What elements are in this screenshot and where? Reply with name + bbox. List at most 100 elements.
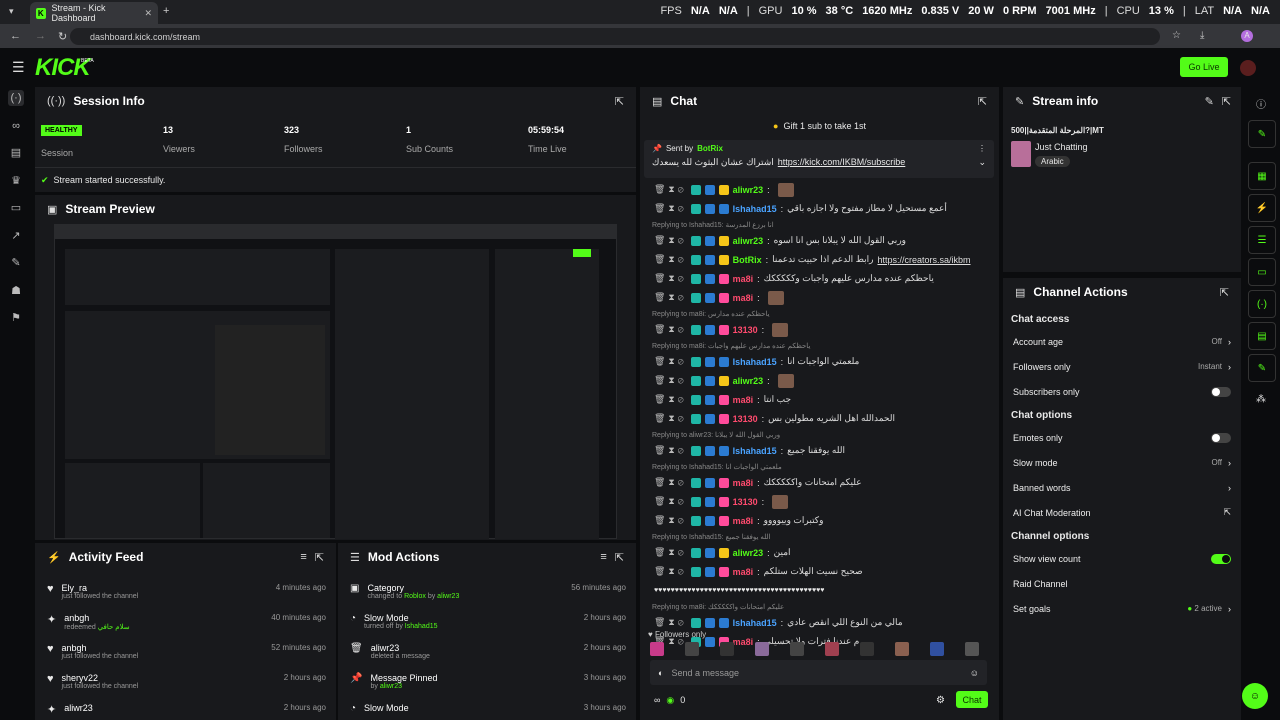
- support-chat-button[interactable]: ☺: [1242, 683, 1268, 709]
- chat-message[interactable]: 🗑⧗⊘ ma8i: ياحظكم عنده مدارس عليهم واجبات و…: [640, 269, 999, 288]
- set-goals-setting[interactable]: Set goals ● 2 active ›: [1003, 596, 1241, 621]
- mod-controls-icon[interactable]: 🗑⧗⊘: [654, 617, 687, 628]
- account-age-setting[interactable]: Account age Off ›: [1003, 329, 1241, 354]
- subscribers-only-setting[interactable]: Subscribers only: [1003, 379, 1241, 404]
- popout-icon[interactable]: ⇱: [978, 95, 987, 108]
- go-live-button[interactable]: Go Live: [1180, 57, 1228, 77]
- popout-icon[interactable]: ⇱: [615, 95, 624, 108]
- chat-message[interactable]: 🗑⧗⊘ aliwr23: وربي القول الله لا يبلانا بس …: [640, 231, 999, 250]
- mod-controls-icon[interactable]: 🗑⧗⊘: [654, 445, 687, 456]
- chat-message[interactable]: 🗑⧗⊘ aliwr23: امين: [640, 543, 999, 562]
- rail-layout-icon[interactable]: ▦: [1248, 162, 1276, 190]
- activity-item[interactable]: ♥ anbgh just followed the channel 52 minut…: [35, 639, 336, 669]
- mod-action-item[interactable]: ◔ Slow Mode 3 hours ago: [338, 699, 636, 720]
- activity-item[interactable]: ✦ aliwr23 2 hours ago: [35, 699, 336, 720]
- mod-controls-icon[interactable]: 🗑⧗⊘: [654, 375, 687, 386]
- mod-controls-icon[interactable]: 🗑⧗⊘: [654, 254, 687, 265]
- mod-controls-icon[interactable]: 🗑⧗⊘: [654, 184, 687, 195]
- emotes-only-setting[interactable]: Emotes only: [1003, 425, 1241, 450]
- activity-item[interactable]: ♥ sheryv22 just followed the channel 2 hou…: [35, 669, 336, 699]
- chat-message[interactable]: 🗑⧗⊘ 13130:: [640, 320, 999, 339]
- chart-nav-icon[interactable]: ↗: [8, 228, 24, 244]
- rail-mod-icon[interactable]: ▤: [1248, 322, 1276, 350]
- preview-video[interactable]: [54, 224, 617, 539]
- mod-controls-icon[interactable]: 🗑⧗⊘: [654, 273, 687, 284]
- subscribers-only-toggle[interactable]: [1211, 386, 1231, 397]
- pinned-message[interactable]: 📌 Sent by BotRix ⋮ اشتراك عشان البثوث لله ي…: [644, 140, 994, 178]
- followers-only-setting[interactable]: Followers only Instant ›: [1003, 354, 1241, 379]
- close-icon[interactable]: ✕: [144, 8, 152, 19]
- mod-controls-icon[interactable]: 🗑⧗⊘: [654, 324, 687, 335]
- trophy-nav-icon[interactable]: ♛: [8, 173, 24, 189]
- popout-icon[interactable]: ⇱: [1220, 286, 1229, 299]
- analytics-nav-icon[interactable]: ▤: [8, 145, 24, 161]
- edit-icon[interactable]: ✎: [1205, 95, 1214, 108]
- chat-message[interactable]: 🗑⧗⊘ Ishahad15: ملعمتي الواجبات انا: [640, 352, 999, 371]
- chat-message[interactable]: 🗑⧗⊘ BotRix: رابط الدعم اذا حبيت تدعمنا http…: [640, 250, 999, 269]
- slow-mode-setting[interactable]: Slow mode Off ›: [1003, 450, 1241, 475]
- rail-chat-icon[interactable]: ▭: [1248, 258, 1276, 286]
- message-input[interactable]: ◐ Send a message ☺: [650, 660, 987, 685]
- chat-message[interactable]: 🗑⧗⊘ ma8i: عليكم امتحانات واكككككك: [640, 473, 999, 492]
- view-count-toggle[interactable]: [1211, 553, 1231, 564]
- mod-action-item[interactable]: 🗑 aliwr23 deleted a message 2 hours ago: [338, 639, 636, 669]
- mod-controls-icon[interactable]: 🗑⧗⊘: [654, 547, 687, 558]
- menu-icon[interactable]: ☰: [12, 59, 25, 76]
- filter-icon[interactable]: ≡: [600, 551, 606, 563]
- profile-avatar[interactable]: A: [1241, 30, 1253, 42]
- mod-controls-icon[interactable]: 🗑⧗⊘: [654, 356, 687, 367]
- filter-icon[interactable]: ≡: [300, 551, 306, 563]
- rail-edit-icon[interactable]: ✎: [1248, 120, 1276, 148]
- chat-message[interactable]: 🗑⧗⊘ aliwr23:: [640, 180, 999, 199]
- bookmark-icon[interactable]: ☆: [1172, 30, 1181, 41]
- chat-message[interactable]: ♥♥♥♥♥♥♥♥♥♥♥♥♥♥♥♥♥♥♥♥♥♥♥♥♥♥♥♥♥♥♥♥♥♥♥♥♥♥♥♥…: [640, 581, 999, 600]
- mod-controls-icon[interactable]: 🗑⧗⊘: [654, 394, 687, 405]
- moderation-nav-icon[interactable]: ⚑: [8, 310, 24, 326]
- ai-moderation-setting[interactable]: AI Chat Moderation ⇱: [1003, 500, 1241, 525]
- popout-icon[interactable]: ⇱: [615, 551, 624, 564]
- media-nav-icon[interactable]: ▭: [8, 200, 24, 216]
- download-icon[interactable]: ⤓: [1200, 30, 1204, 41]
- activity-item[interactable]: ✦ anbgh redeemed سلام حافي 40 minutes ago: [35, 609, 336, 639]
- raid-channel-setting[interactable]: Raid Channel: [1003, 571, 1241, 596]
- emoji-icon[interactable]: ☺: [970, 668, 979, 678]
- forward-icon[interactable]: →: [35, 30, 46, 42]
- rail-wrench-icon[interactable]: ✎: [1248, 354, 1276, 382]
- community-nav-icon[interactable]: ☗: [8, 283, 24, 299]
- info-icon[interactable]: ⓘ: [1256, 96, 1266, 111]
- send-chat-button[interactable]: Chat: [956, 691, 988, 708]
- gift-banner[interactable]: ● Gift 1 sub to take 1st: [640, 118, 999, 134]
- mod-controls-icon[interactable]: 🗑⧗⊘: [654, 235, 687, 246]
- emotes-only-toggle[interactable]: [1211, 432, 1231, 443]
- mod-action-item[interactable]: 📌 Message Pinned by aliwr23 3 hours ago: [338, 669, 636, 699]
- rail-bolt-icon[interactable]: ⚡: [1248, 194, 1276, 222]
- back-icon[interactable]: ←: [10, 30, 21, 42]
- rail-broadcast-icon[interactable]: (·): [1248, 290, 1276, 318]
- mod-controls-icon[interactable]: 🗑⧗⊘: [654, 496, 687, 507]
- chat-message[interactable]: 🗑⧗⊘ 13130: الحمدالله اهل الشريه مطولين بس: [640, 409, 999, 428]
- mod-controls-icon[interactable]: 🗑⧗⊘: [654, 477, 687, 488]
- banned-words-setting[interactable]: Banned words ›: [1003, 475, 1241, 500]
- rail-list-icon[interactable]: ☰: [1248, 226, 1276, 254]
- chat-message[interactable]: 🗑⧗⊘ ma8i: جب انتا: [640, 390, 999, 409]
- emote-row[interactable]: [650, 642, 979, 656]
- chat-message[interactable]: 🗑⧗⊘ 13130:: [640, 492, 999, 511]
- chat-message[interactable]: 🗑⧗⊘ ma8i: وكتبرات وييوووو: [640, 511, 999, 530]
- expand-icon[interactable]: ⌄: [978, 157, 986, 168]
- activity-item[interactable]: ♥ Ely_ra just followed the channel 4 minut…: [35, 579, 336, 609]
- mod-controls-icon[interactable]: 🗑⧗⊘: [654, 203, 687, 214]
- tools-nav-icon[interactable]: ✎: [8, 255, 24, 271]
- url-field[interactable]: dashboard.kick.com/stream: [70, 28, 1160, 45]
- mod-controls-icon[interactable]: 🗑⧗⊘: [654, 515, 687, 526]
- link-nav-icon[interactable]: ∞: [8, 118, 24, 134]
- user-avatar[interactable]: [1240, 60, 1256, 76]
- popout-icon[interactable]: ⇱: [1222, 95, 1231, 108]
- mod-controls-icon[interactable]: 🗑⧗⊘: [654, 292, 687, 303]
- chat-message[interactable]: 🗑⧗⊘ Ishahad15: الله يوفقنا جميع: [640, 441, 999, 460]
- reload-icon[interactable]: ↻: [58, 30, 67, 43]
- browser-tab[interactable]: K Stream - Kick Dashboard ✕: [30, 2, 158, 24]
- stream-nav-icon[interactable]: (·): [8, 90, 24, 106]
- mod-controls-icon[interactable]: 🗑⧗⊘: [654, 413, 687, 424]
- chat-message[interactable]: 🗑⧗⊘ Ishahad15: أعمع مستحيل لا مطاز مفتوح و…: [640, 199, 999, 218]
- chat-message[interactable]: 🗑⧗⊘ aliwr23:: [640, 371, 999, 390]
